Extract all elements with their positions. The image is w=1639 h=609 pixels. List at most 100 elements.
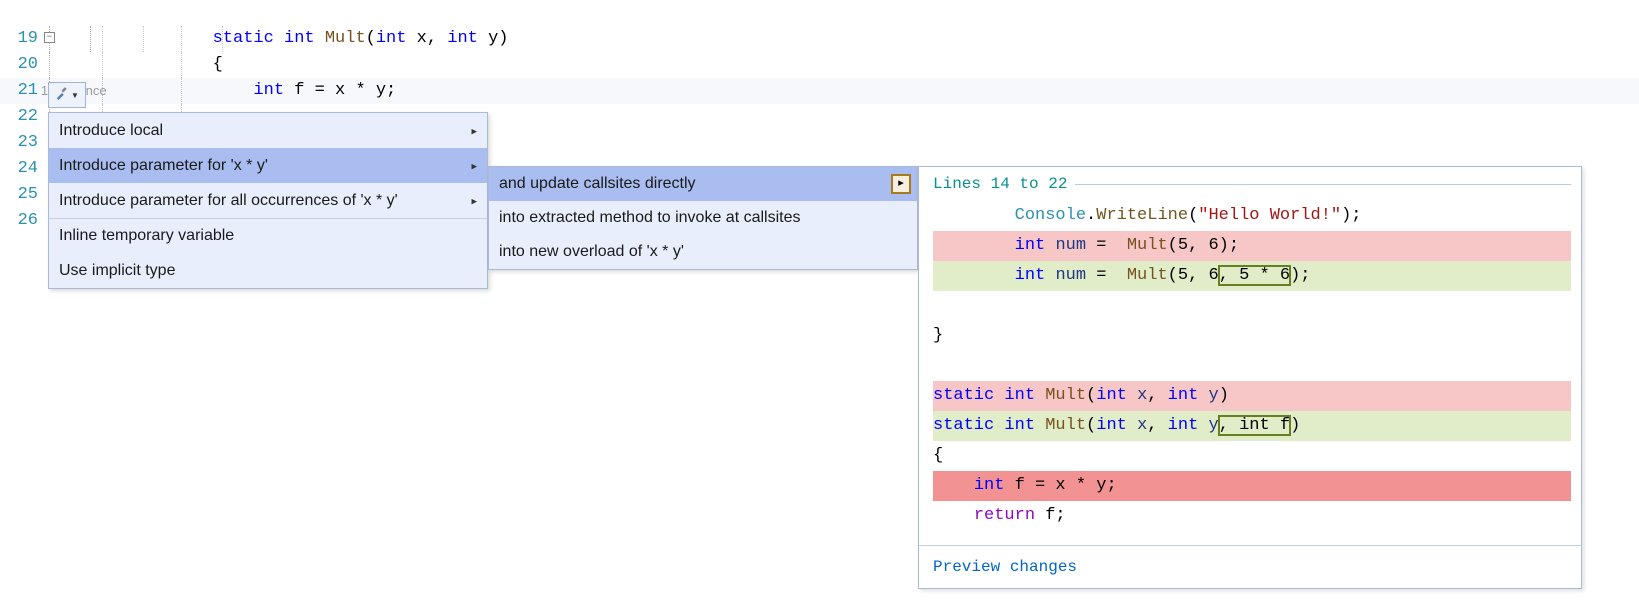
preview-token: x [1137, 416, 1147, 435]
preview-line: Console.WriteLine("Hello World!"); [933, 201, 1571, 231]
code-line[interactable]: 20 { [0, 52, 1639, 78]
code-line[interactable]: 19− static int Mult(int x, int y) [0, 26, 1639, 52]
preview-token: , [1147, 386, 1167, 405]
preview-token: Mult [1127, 266, 1168, 285]
code-token: y [488, 29, 498, 48]
preview-token: static [933, 386, 1004, 405]
preview-token: (5, 6 [1168, 266, 1219, 285]
preview-token: int [1096, 416, 1137, 435]
preview-token: Mult [1045, 386, 1086, 405]
submenu-item[interactable]: into extracted method to invoke at calls… [489, 201, 917, 235]
line-number: 21 [0, 78, 42, 104]
preview-token: y [1208, 386, 1218, 405]
code-token: static [213, 29, 284, 48]
menu-item[interactable]: Introduce local [49, 113, 487, 148]
preview-token: int [1004, 416, 1045, 435]
preview-token: (5, 6); [1168, 236, 1239, 255]
preview-line: } [933, 321, 1571, 351]
quick-actions-button[interactable]: ▼ [48, 82, 86, 108]
preview-token: Mult [1127, 236, 1168, 255]
preview-token: { [933, 446, 943, 465]
codelens-row: 1 reference [0, 0, 1639, 26]
fold-gutter [42, 52, 102, 78]
preview-token: static [933, 416, 1004, 435]
menu-item[interactable]: Introduce parameter for 'x * y' [49, 148, 487, 183]
preview-token: ); [1341, 206, 1361, 225]
preview-line: { [933, 441, 1571, 471]
preview-token [933, 296, 943, 315]
preview-token: = [1086, 236, 1127, 255]
screwdriver-icon [55, 86, 69, 104]
preview-token: f; [1035, 506, 1066, 525]
code-token: int [447, 29, 488, 48]
refactoring-preview-panel: Lines 14 to 22 Console.WriteLine("Hello … [918, 166, 1582, 589]
code-token: f [294, 81, 314, 100]
preview-line: int num = Mult(5, 6); [933, 231, 1571, 261]
preview-header: Lines 14 to 22 [933, 175, 1571, 193]
preview-token: int [1168, 416, 1209, 435]
code-token: int [376, 29, 417, 48]
preview-token: Mult [1045, 416, 1086, 435]
quick-actions-submenu[interactable]: and update callsites directlyinto extrac… [488, 166, 918, 270]
preview-token: f = x * y; [1015, 476, 1117, 495]
menu-item[interactable]: Inline temporary variable [49, 218, 487, 253]
chevron-down-icon: ▼ [71, 91, 79, 100]
preview-token: WriteLine [1096, 206, 1188, 225]
preview-token: int [1004, 386, 1045, 405]
preview-token: Console [1015, 206, 1086, 225]
fold-gutter: − [42, 26, 102, 52]
preview-token: y [1208, 416, 1218, 435]
line-number: 19 [0, 26, 42, 52]
preview-changes-link[interactable]: Preview changes [933, 558, 1077, 576]
line-number: 26 [0, 208, 42, 234]
preview-token: int [1168, 386, 1209, 405]
preview-line: static int Mult(int x, int y) [933, 381, 1571, 411]
preview-token: x [1137, 386, 1147, 405]
line-number: 23 [0, 130, 42, 156]
preview-line [933, 291, 1571, 321]
code-token: x [417, 29, 427, 48]
line-number: 25 [0, 182, 42, 208]
preview-token: ); [1290, 266, 1310, 285]
code-token: ( [366, 29, 376, 48]
preview-token: "Hello World!" [1198, 206, 1341, 225]
preview-line: int f = x * y; [933, 471, 1571, 501]
quick-actions-menu[interactable]: Introduce localIntroduce parameter for '… [48, 112, 488, 289]
menu-item[interactable]: Use implicit type [49, 253, 487, 288]
preview-token: ) [1219, 386, 1229, 405]
code-token: int [253, 81, 294, 100]
preview-line: int num = Mult(5, 6, 5 * 6); [933, 261, 1571, 291]
preview-token: ( [1188, 206, 1198, 225]
code-token: int [284, 29, 325, 48]
code-line[interactable]: 21 int f = x * y; [0, 78, 1639, 104]
fold-toggle-icon[interactable]: − [44, 32, 55, 43]
preview-token: , int f [1219, 416, 1290, 435]
preview-token: num [1055, 236, 1086, 255]
preview-token: = [1086, 266, 1127, 285]
preview-header-text: Lines 14 to 22 [933, 175, 1067, 193]
preview-token: ) [1290, 416, 1300, 435]
preview-token: int [1015, 236, 1056, 255]
submenu-item[interactable]: into new overload of 'x * y' [489, 235, 917, 269]
code-token: ) [498, 29, 508, 48]
preview-token: . [1086, 206, 1096, 225]
code-token: Mult [325, 29, 366, 48]
preview-token: , 5 * 6 [1219, 266, 1290, 285]
preview-line: return f; [933, 501, 1571, 531]
preview-token: ( [1086, 386, 1096, 405]
preview-token: } [933, 326, 943, 345]
preview-line: static int Mult(int x, int y, int f) [933, 411, 1571, 441]
preview-token [933, 356, 943, 375]
preview-token: int [974, 476, 1015, 495]
preview-token: int [1096, 386, 1137, 405]
code-token: = x * y; [315, 81, 397, 100]
line-number: 24 [0, 156, 42, 182]
preview-token: num [1055, 266, 1086, 285]
preview-token: return [974, 506, 1035, 525]
menu-item[interactable]: Introduce parameter for all occurrences … [49, 183, 487, 218]
preview-token: , [1147, 416, 1167, 435]
code-token: , [427, 29, 447, 48]
preview-line [933, 351, 1571, 381]
submenu-item[interactable]: and update callsites directly [489, 167, 917, 201]
preview-token: int [1015, 266, 1056, 285]
